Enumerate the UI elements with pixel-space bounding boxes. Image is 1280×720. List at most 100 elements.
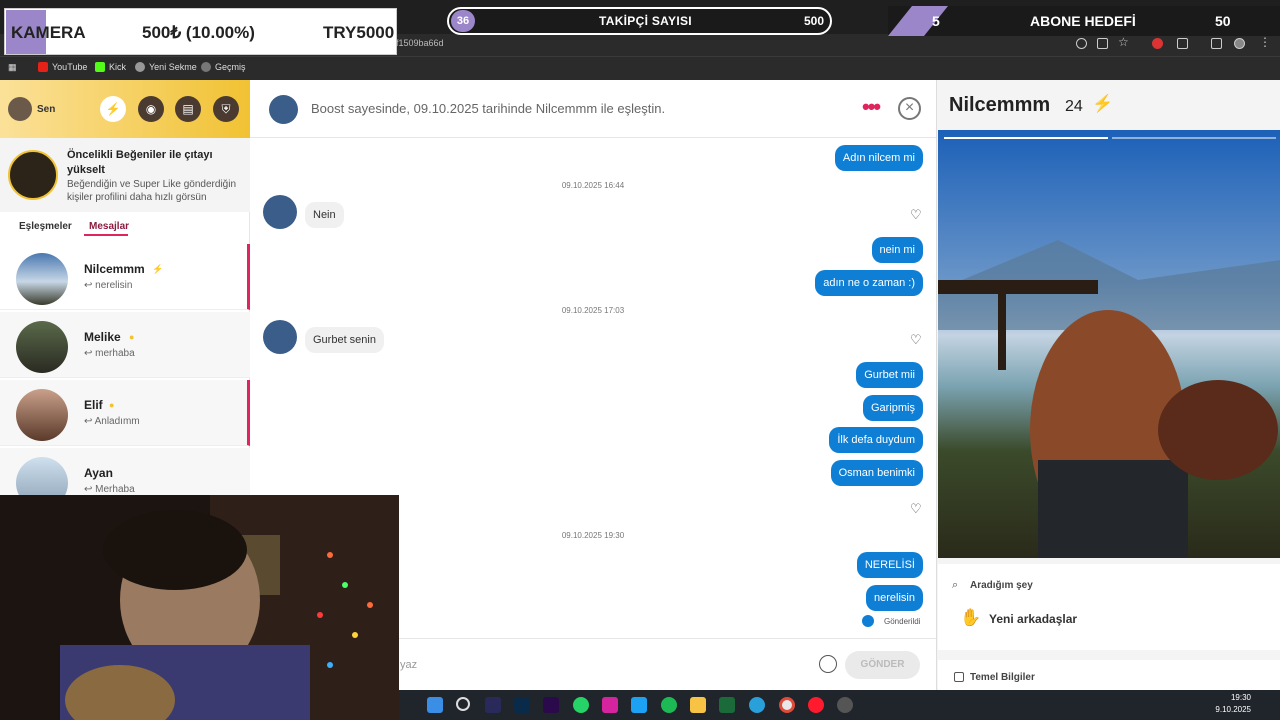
taskbar	[399, 690, 1280, 720]
puzzle-icon[interactable]	[1177, 38, 1188, 49]
basics-label: Temel Bilgiler	[970, 672, 1035, 683]
photoshop-icon[interactable]	[514, 697, 530, 713]
boost-badge-icon: ⚡	[152, 264, 164, 274]
shield-icon: ⛨	[221, 102, 231, 116]
avatar	[16, 321, 68, 373]
clock-date[interactable]: 9.10.2025	[1211, 705, 1251, 714]
looking-for-value: Yeni arkadaşlar	[989, 612, 1078, 626]
conversation-name: Elif	[84, 398, 103, 412]
message-outgoing: NERELİSİ	[856, 552, 923, 578]
avatar[interactable]	[269, 95, 298, 124]
gold-badge-icon: ●	[109, 400, 115, 410]
settings-icon[interactable]	[837, 697, 853, 713]
spotify-icon[interactable]	[661, 697, 677, 713]
basics-card: Temel Bilgiler	[938, 660, 1280, 690]
boost-button[interactable]: ⚡	[100, 96, 126, 122]
match-info-text: Boost sayesinde, 09.10.2025 tarihinde Ni…	[311, 101, 666, 116]
after-effects-icon[interactable]	[485, 697, 501, 713]
whatsapp-icon[interactable]	[573, 697, 589, 713]
bookmark-kick[interactable]: Kick	[95, 62, 126, 72]
priority-likes-promo[interactable]: Öncelikli Beğeniler ile çıtayı yükselt B…	[0, 138, 250, 212]
clock-time[interactable]: 19:30	[1211, 693, 1251, 702]
close-icon[interactable]: ×	[898, 97, 921, 120]
search-icon[interactable]	[456, 697, 470, 711]
twitter-icon[interactable]	[631, 697, 647, 713]
send-button[interactable]: GÖNDER	[845, 651, 920, 679]
message-input[interactable]: yaz	[400, 659, 417, 671]
message-outgoing: nein mi	[871, 237, 923, 263]
avatar	[16, 253, 68, 305]
avatar[interactable]	[8, 97, 32, 121]
file-explorer-icon[interactable]	[690, 697, 706, 713]
message-date: 09.10.2025 16:44	[561, 181, 625, 190]
briefcase-icon: ▤	[182, 102, 194, 116]
bookmark-history[interactable]: Geçmiş	[201, 62, 246, 72]
like-heart-icon[interactable]: ♡	[910, 207, 922, 223]
message-outgoing: adın ne o zaman :)	[815, 270, 923, 296]
tab-messages[interactable]: Mesajlar	[89, 221, 129, 232]
conversation-item[interactable]: Melike ● ↩ merhaba	[0, 312, 250, 378]
message-date: 09.10.2025 17:03	[561, 306, 625, 315]
chrome-icon[interactable]	[779, 697, 795, 713]
subscriber-count: 5	[932, 13, 940, 29]
globe-icon	[135, 62, 145, 72]
photo-scene	[938, 240, 1280, 558]
webcam-feed	[0, 495, 399, 720]
star-icon[interactable]: ☆	[1118, 35, 1129, 49]
like-heart-icon[interactable]: ♡	[910, 501, 922, 517]
tab-matches[interactable]: Eşleşmeler	[19, 221, 72, 232]
follower-label: TAKİPÇİ SAYISI	[599, 14, 692, 28]
conversation-item[interactable]: Elif ● ↩ Anladımm	[0, 380, 250, 446]
follower-count: 36	[451, 10, 475, 32]
sent-status: Gönderildi	[884, 617, 921, 626]
avatar[interactable]	[263, 195, 297, 229]
explore-button[interactable]: ◉	[138, 96, 164, 122]
kamera-goal: TRY5000	[323, 23, 395, 42]
avatar	[16, 389, 68, 441]
install-icon[interactable]	[1097, 38, 1108, 49]
apps-icon[interactable]: ▦	[8, 62, 17, 73]
message-outgoing: Garipmiş	[862, 395, 923, 421]
message-outgoing: Gurbet mii	[856, 362, 923, 388]
extension-icon[interactable]	[1152, 38, 1163, 49]
windows-start-icon[interactable]	[427, 697, 443, 713]
message-incoming: Gurbet senin	[305, 327, 384, 353]
premiere-icon[interactable]	[543, 697, 559, 713]
conversation-preview: ↩ merhaba	[84, 348, 135, 359]
opera-icon[interactable]	[808, 697, 824, 713]
passport-button[interactable]: ▤	[175, 96, 201, 122]
follower-goal: 500	[803, 14, 824, 28]
location-icon[interactable]	[1076, 38, 1087, 49]
like-heart-icon[interactable]: ♡	[910, 332, 922, 348]
emoji-icon[interactable]	[819, 655, 837, 673]
looking-for-card: ⌕ Aradığım şey ✋ Yeni arkadaşlar	[938, 564, 1280, 650]
instagram-icon[interactable]	[602, 697, 618, 713]
safety-button[interactable]: ⛨	[213, 96, 239, 122]
profile-name: Nilcemmm	[949, 94, 1051, 116]
media-icon[interactable]	[1211, 38, 1222, 49]
subscriber-label: ABONE HEDEFİ	[1030, 13, 1136, 29]
app-icon[interactable]	[719, 697, 735, 713]
more-options-icon[interactable]: •••	[862, 94, 881, 120]
profile-photo[interactable]	[938, 130, 1280, 558]
telegram-icon[interactable]	[749, 697, 765, 713]
message-outgoing: Osman benimki	[830, 460, 923, 486]
avatar[interactable]	[263, 320, 297, 354]
menu-icon[interactable]: ⋮	[1259, 35, 1271, 49]
bookmark-new-tab[interactable]: Yeni Sekme	[135, 62, 197, 72]
looking-for-label: Aradığım şey	[970, 580, 1033, 591]
kamera-goal-overlay: KAMERA 500₺ (10.00%) TRY5000	[4, 8, 397, 55]
promo-title: Öncelikli Beğeniler ile çıtayı yükselt	[67, 149, 213, 176]
url-text[interactable]: f1509ba66d	[396, 38, 444, 48]
user-name[interactable]: Sen	[37, 104, 55, 115]
message-incoming: Nein	[305, 202, 344, 228]
profile-age: 24	[1065, 98, 1083, 115]
profile-icon[interactable]	[1234, 38, 1245, 49]
kamera-amount: 500₺ (10.00%)	[142, 23, 255, 42]
follower-goal-overlay: 36 TAKİPÇİ SAYISI 500	[447, 7, 832, 35]
promo-description: Beğendiğin ve Super Like gönderdiğin kiş…	[67, 179, 237, 203]
profile-panel: Nilcemmm 24 ⚡ ⌕ Aradığım şey ✋ Yeni arka…	[936, 80, 1280, 690]
conversation-preview: ↩ Anladımm	[84, 416, 140, 427]
bookmark-youtube[interactable]: YouTube	[38, 62, 87, 72]
conversation-item[interactable]: Nilcemmm ⚡ ↩ nerelisin	[0, 244, 250, 310]
